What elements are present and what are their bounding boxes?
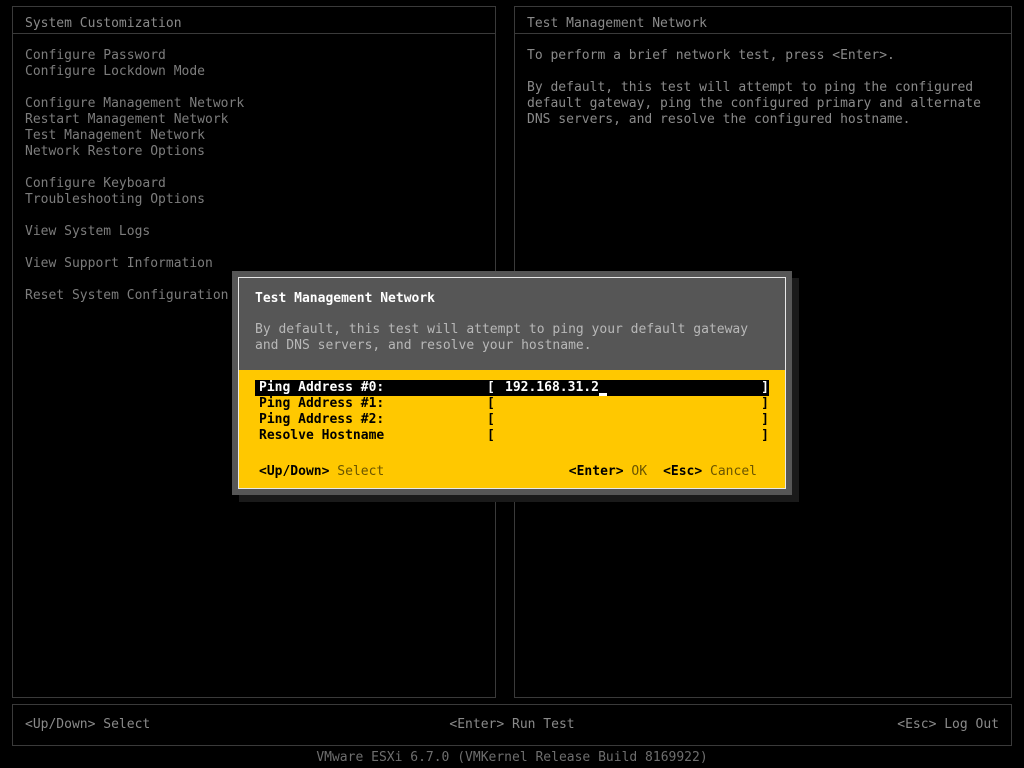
bracket-open: [	[487, 412, 495, 427]
test-description: To perform a brief network test, press <…	[515, 34, 1011, 128]
dialog-inner-frame: Test Management Network By default, this…	[238, 277, 786, 489]
field-input-box[interactable]: []	[487, 428, 769, 444]
menu-item-troubleshooting-options[interactable]: Troubleshooting Options	[25, 192, 495, 208]
field-input-box[interactable]: []	[487, 412, 769, 428]
menu-item-test-management-network[interactable]: Test Management Network	[25, 128, 495, 144]
dialog-title: Test Management Network	[255, 291, 436, 306]
description-paragraph: By default, this test will attempt to pi…	[527, 80, 1011, 128]
test-management-network-dialog: Test Management Network By default, this…	[232, 271, 792, 495]
left-panel-title: System Customization	[25, 16, 182, 31]
dialog-description-line: and DNS servers, and resolve your hostna…	[255, 338, 592, 353]
footer-hint-select: <Up/Down> Select	[25, 717, 151, 732]
menu-item-view-support-information[interactable]: View Support Information	[25, 256, 495, 272]
field-row-resolve-hostname[interactable]: Resolve Hostname []	[255, 428, 769, 444]
bracket-open: [	[487, 380, 495, 395]
menu-item-view-system-logs[interactable]: View System Logs	[25, 224, 495, 240]
menu-group: Configure Management Network Restart Mana…	[25, 96, 495, 160]
field-input-box[interactable]: [192.168.31.2]	[487, 380, 769, 396]
version-string: VMware ESXi 6.7.0 (VMKernel Release Buil…	[316, 750, 708, 765]
footer-hint-log-out: <Esc> Log Out	[897, 717, 1000, 732]
description-line: To perform a brief network test, press <…	[527, 48, 895, 63]
dialog-hint-ok[interactable]: <Enter> OK	[565, 464, 659, 480]
hint-key: <Enter>	[568, 464, 624, 479]
hint-key: <Esc>	[663, 464, 703, 479]
dialog-header: Test Management Network By default, this…	[239, 278, 785, 370]
dialog-hint-cancel[interactable]: <Esc> Cancel	[659, 464, 769, 480]
menu-group: Configure Keyboard Troubleshooting Option…	[25, 176, 495, 208]
description-line: By default, this test will attempt to pi…	[527, 80, 974, 95]
ping-address-field-list: Ping Address #0:[192.168.31.2] Ping Addre…	[239, 380, 785, 444]
hint-action: OK	[631, 464, 648, 479]
system-customization-menu: Configure Password Configure Lockdown Mod…	[13, 34, 495, 304]
hint-key: <Up/Down>	[259, 464, 330, 479]
dialog-description-line: By default, this test will attempt to pi…	[255, 322, 749, 337]
right-panel-title: Test Management Network	[527, 16, 708, 31]
menu-item-configure-management-network[interactable]: Configure Management Network	[25, 96, 495, 112]
bracket-close: ]	[761, 396, 769, 411]
field-value[interactable]: 192.168.31.2	[501, 380, 759, 396]
menu-group: View System Logs	[25, 224, 495, 240]
description-line: DNS servers, and resolve the configured …	[527, 112, 911, 127]
menu-group: View Support Information	[25, 256, 495, 272]
field-row-ping-address-1[interactable]: Ping Address #1: []	[255, 396, 769, 412]
dialog-hint-select[interactable]: <Up/Down> Select	[255, 464, 384, 480]
bracket-open: [	[487, 428, 495, 443]
dialog-description: By default, this test will attempt to pi…	[255, 322, 785, 354]
description-paragraph: To perform a brief network test, press <…	[527, 48, 1011, 64]
field-row-ping-address-0[interactable]: Ping Address #0:[192.168.31.2]	[255, 380, 769, 396]
hint-action: Cancel	[710, 464, 757, 479]
text-cursor	[598, 380, 607, 396]
dialog-body: Ping Address #0:[192.168.31.2] Ping Addre…	[239, 370, 785, 488]
description-line: default gateway, ping the configured pri…	[527, 96, 981, 111]
field-input-box[interactable]: []	[487, 396, 769, 412]
footer-hint-run-test: <Enter> Run Test	[449, 717, 575, 732]
menu-group: Configure Password Configure Lockdown Mod…	[25, 48, 495, 80]
field-label: Ping Address #0:	[255, 380, 487, 396]
field-label: Ping Address #2:	[259, 412, 385, 427]
menu-item-configure-lockdown-mode[interactable]: Configure Lockdown Mode	[25, 64, 495, 80]
field-label: Resolve Hostname	[259, 428, 385, 443]
menu-item-network-restore-options[interactable]: Network Restore Options	[25, 144, 495, 160]
hint-action: Select	[337, 464, 385, 479]
footer-hint-bar: <Up/Down> Select <Enter> Run Test <Esc> …	[12, 704, 1012, 746]
menu-item-configure-keyboard[interactable]: Configure Keyboard	[25, 176, 495, 192]
menu-item-configure-password[interactable]: Configure Password	[25, 48, 495, 64]
bracket-close: ]	[761, 380, 769, 395]
bracket-open: [	[487, 396, 495, 411]
field-row-ping-address-2[interactable]: Ping Address #2: []	[255, 412, 769, 428]
field-label: Ping Address #1:	[259, 396, 385, 411]
dialog-hint-bar: <Up/Down> Select <Enter> OK <Esc> Cancel	[255, 464, 769, 480]
bracket-close: ]	[761, 412, 769, 427]
menu-item-restart-management-network[interactable]: Restart Management Network	[25, 112, 495, 128]
dcui-screen: System Customization Configure Password C…	[0, 0, 1024, 768]
bracket-close: ]	[761, 428, 769, 443]
